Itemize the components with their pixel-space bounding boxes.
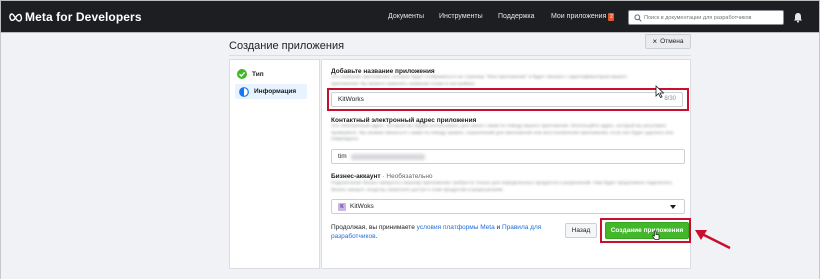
screen: Meta for Developers Документы Инструмент…	[0, 0, 820, 279]
create-app-button[interactable]: Создание приложения	[605, 222, 689, 239]
nav-my-apps-label: Мои приложения	[551, 13, 607, 20]
business-selected-value: KitWoks	[350, 203, 374, 210]
terms-and: и	[494, 224, 502, 231]
mouse-cursor-icon	[655, 85, 664, 98]
step-type[interactable]: Тип	[237, 69, 264, 79]
nav-tools[interactable]: Инструменты	[439, 13, 483, 20]
steps-sidebar: Тип Информация	[229, 59, 320, 269]
redacted-email-part	[351, 154, 425, 160]
step-type-label: Тип	[252, 70, 264, 78]
create-app-form: Добавьте название приложения Это названи…	[321, 59, 691, 269]
docs-search-box[interactable]	[628, 10, 784, 25]
annotation-arrow-icon	[695, 230, 731, 250]
app-name-label: Добавьте название приложения	[331, 68, 435, 75]
contact-email-value: tim	[338, 153, 347, 160]
bell-icon[interactable]	[793, 12, 803, 23]
apps-count-badge: 2	[608, 13, 615, 21]
business-avatar: K	[338, 203, 346, 211]
app-name-input[interactable]: KitWorks 8/30	[331, 92, 683, 107]
optional-tag: · Необязательно	[380, 173, 433, 180]
top-navigation-bar: Meta for Developers Документы Инструмент…	[0, 0, 820, 33]
app-name-char-counter: 8/30	[664, 96, 676, 102]
contact-email-input[interactable]: tim	[331, 149, 685, 164]
close-icon: ×	[652, 36, 658, 46]
app-name-value: KitWorks	[338, 96, 364, 103]
terms-prefix: Продолжая, вы принимаете	[331, 224, 417, 231]
contact-email-description: Это электронный адрес, который мы будем …	[331, 124, 674, 142]
search-icon	[634, 14, 642, 22]
brand-name: Meta for Developers	[25, 10, 142, 24]
title-divider	[229, 55, 691, 56]
terms-agreement: Продолжая, вы принимаете условия платфор…	[331, 223, 551, 241]
step-information-label: Информация	[254, 88, 297, 95]
cancel-button[interactable]: × Отмена	[645, 34, 691, 49]
nav-support[interactable]: Поддержка	[498, 13, 535, 20]
business-account-title: Бизнес-аккаунт	[331, 173, 381, 180]
back-button[interactable]: Назад	[565, 223, 597, 238]
nav-documents[interactable]: Документы	[388, 13, 424, 20]
meta-infinity-icon	[9, 12, 23, 22]
meta-logo[interactable]: Meta for Developers	[9, 10, 142, 24]
contact-email-label: Контактный электронный адрес приложения	[331, 117, 477, 124]
business-account-select[interactable]: K KitWoks	[331, 199, 685, 214]
hand-cursor-icon	[652, 230, 660, 240]
business-account-label: Бизнес-аккаунт · Необязательно	[331, 173, 433, 180]
terms-suffix: .	[375, 233, 378, 240]
cancel-label: Отмена	[660, 38, 684, 45]
business-account-description: Подключение бизнес-аккаунта к вашему при…	[331, 181, 673, 193]
search-input[interactable]	[644, 12, 782, 23]
platform-terms-link[interactable]: условия платформы Meta	[417, 224, 495, 231]
nav-my-apps[interactable]: Мои приложения 2	[551, 13, 615, 21]
app-name-description: Это название приложения, которое будет о…	[331, 75, 686, 88]
page-title: Создание приложения	[229, 40, 345, 52]
chevron-down-icon	[670, 205, 676, 209]
half-circle-icon	[239, 86, 249, 97]
step-information[interactable]: Информация	[235, 84, 307, 99]
check-circle-icon	[237, 69, 247, 79]
